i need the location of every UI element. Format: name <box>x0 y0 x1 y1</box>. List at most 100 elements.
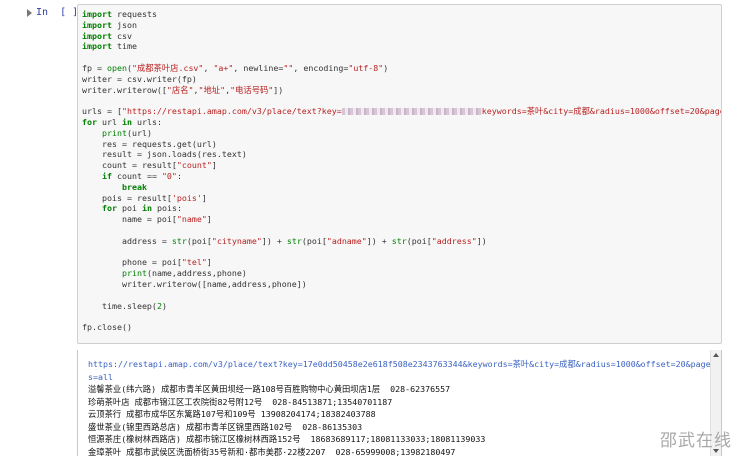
output-area: https://restapi.amap.com/v3/place/text?k… <box>77 350 722 456</box>
code-token: for <box>82 116 97 127</box>
code-line: fp = open("成都茶叶店.csv", "a+", newline="",… <box>82 62 721 74</box>
code-cell-editor[interactable]: import requests import json import csv impo… <box>77 4 722 344</box>
code-line: break <box>82 181 721 193</box>
output-line: 溢馨茶业(纬六路) 成都市青羊区黄田坝经一路108号百胜购物中心黄田坝店1层 0… <box>88 384 451 394</box>
code-line: for poi in pois: <box>82 203 721 214</box>
code-line: import time <box>82 41 721 52</box>
code-token: keywords=茶叶&city=成都&radius=1000&offset=2… <box>481 106 721 117</box>
code-line: time.sleep(2) <box>82 300 721 312</box>
code-line: writer.writerow(["店名","地址","电话号码"]) <box>82 84 721 96</box>
code-token: res = requests.get(url) <box>82 138 217 149</box>
code-line: pois = result['pois'] <box>82 192 721 204</box>
code-token: "name" <box>176 214 207 225</box>
code-token: (url) <box>126 127 152 138</box>
code-line: address = str(poi["cityname"]) + str(poi… <box>82 235 721 247</box>
output-line: 珍萌茶叶店 成都市锦江区工农院街82号附12号 028-84513871;135… <box>88 396 393 407</box>
code-token: (name,address,phone) <box>146 268 247 279</box>
output-line: s=all <box>88 371 113 382</box>
code-token: count == <box>111 170 162 181</box>
code-token: "" <box>283 62 294 73</box>
code-token: fp = <box>82 62 107 73</box>
code-token: time <box>111 41 137 52</box>
code-token: 'pois' <box>171 192 202 203</box>
code-token: ) <box>161 300 167 311</box>
code-token: address = <box>82 235 172 246</box>
collapse-arrow-icon[interactable] <box>27 9 32 17</box>
code-token: ] <box>211 160 217 171</box>
code-line: urls = ["https://restapi.amap.com/v3/pla… <box>82 106 721 117</box>
code-token: writer.writerow([ <box>82 84 167 95</box>
output-text: https://restapi.amap.com/v3/place/text?k… <box>88 358 721 456</box>
code-token: count = result[ <box>82 160 177 171</box>
code-token: url <box>97 116 122 127</box>
code-token: result = json.loads(res.text) <box>82 149 247 160</box>
code-token: , newline= <box>233 62 284 73</box>
code-token: break <box>121 181 147 192</box>
code-token: ]) <box>273 84 284 95</box>
code-token: (poi[ <box>301 235 327 246</box>
code-token: json <box>111 19 137 30</box>
watermark: 邵武在线 <box>660 431 732 451</box>
code-token: open <box>106 62 127 73</box>
code-token: "adname" <box>326 235 367 246</box>
code-token: "地址" <box>198 84 226 95</box>
code-token: name = poi[ <box>82 214 177 225</box>
output-line: 恒源茶庄(橡树林西路店) 成都市锦江区橡树林西路152号 18683689117… <box>88 434 486 444</box>
code-token: ] <box>201 192 207 203</box>
code-token: in <box>121 116 132 127</box>
code-line: name = poi["name"] <box>82 214 721 225</box>
code-token: import <box>82 41 112 52</box>
code-token: str <box>286 235 302 246</box>
scroll-up-icon[interactable] <box>713 353 719 357</box>
code-text[interactable]: import requests import json import csv impo… <box>82 9 721 333</box>
code-token: "cityname" <box>211 235 262 246</box>
code-token: ) <box>383 62 389 73</box>
code-token: writer.writerow([name,address,phone]) <box>82 278 307 289</box>
code-line: writer.writerow([name,address,phone]) <box>82 278 721 290</box>
code-line: fp.close() <box>82 322 721 333</box>
code-token: , encoding= <box>293 62 349 73</box>
code-token: phone = poi[ <box>82 257 182 268</box>
code-token: for <box>101 203 117 214</box>
code-token: import <box>82 30 112 41</box>
code-token: import <box>82 9 112 19</box>
code-token: poi <box>116 203 142 214</box>
code-token: str <box>171 235 187 246</box>
code-line: import csv <box>82 30 721 42</box>
output-line: 金璋茶叶 成都市武侯区洗面桥街35号新和·都市美郡·22楼2207 028-65… <box>88 446 456 456</box>
code-token: "a+" <box>213 62 234 73</box>
code-token: (poi[ <box>406 235 432 246</box>
code-token: "成都茶叶店.csv" <box>131 62 204 73</box>
code-token: str <box>391 235 407 246</box>
code-token: fp.close() <box>82 322 132 333</box>
output-line: 盛世茶业(锦里西路总店) 成都市青羊区锦里西路102号 028-86135303 <box>88 421 363 432</box>
code-token: requests <box>111 9 157 19</box>
redacted-key <box>341 108 482 116</box>
code-token: csv <box>111 30 132 41</box>
code-line: phone = poi["tel"] <box>82 257 721 268</box>
code-token: ]) + <box>366 235 392 246</box>
code-token: ]) <box>476 235 487 246</box>
code-token: "address" <box>431 235 477 246</box>
code-token: "https://restapi.amap.com/v3/place/text?… <box>121 106 342 117</box>
code-line: import json <box>82 19 721 31</box>
code-token: writer = csv.writer(fp) <box>82 73 197 84</box>
code-line: result = json.loads(res.text) <box>82 149 721 160</box>
code-line: res = requests.get(url) <box>82 138 721 150</box>
code-token: urls = [ <box>82 106 122 117</box>
code-token: urls: <box>131 116 162 127</box>
code-token: print <box>121 268 147 279</box>
code-token: "店名" <box>166 84 194 95</box>
code-token: , <box>203 62 214 73</box>
code-token: print <box>101 127 127 138</box>
